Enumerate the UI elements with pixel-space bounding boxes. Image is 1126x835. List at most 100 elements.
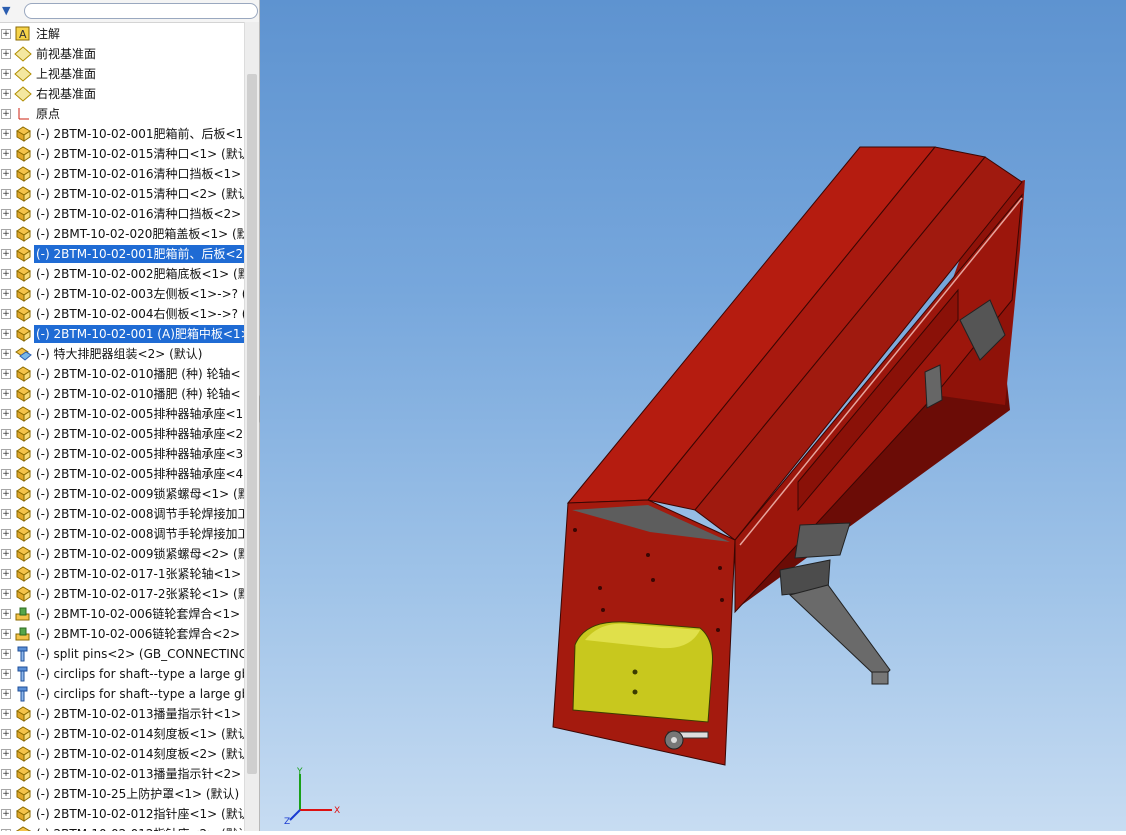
part-icon [14, 366, 32, 382]
filter-icon[interactable]: ▼ [2, 4, 20, 18]
expand-toggle-icon[interactable]: + [1, 249, 11, 259]
tree-item[interactable]: + (-) 2BTM-10-02-013播量指示针<1> ( [0, 704, 250, 724]
expand-toggle-icon[interactable]: + [1, 89, 11, 99]
tree-item[interactable]: + (-) 2BTM-10-02-002肥箱底板<1> (默 [0, 264, 250, 284]
tree-item[interactable]: + (-) 2BTM-10-02-013播量指示针<2> ( [0, 764, 250, 784]
expand-toggle-icon[interactable]: + [1, 669, 11, 679]
tree-item[interactable]: + (-) 2BTM-10-02-016清种口挡板<1> ( [0, 164, 250, 184]
tree-item[interactable]: + (-) 2BTM-10-02-005排种器轴承座<4> [0, 464, 253, 484]
part-icon [14, 506, 32, 522]
tree-item[interactable]: + (-) 2BTM-10-02-014刻度板<1> (默认 [0, 724, 250, 744]
weldment-icon [14, 606, 32, 622]
tree-item-label: (-) 2BTM-10-02-004右侧板<1>->? (默 [36, 307, 259, 321]
tree-item-label: (-) 2BTM-10-02-001 (A)肥箱中板<1> [34, 325, 253, 343]
tree-item[interactable]: + (-) 2BTM-10-02-003左侧板<1>->? (默 [0, 284, 259, 304]
expand-toggle-icon[interactable]: + [1, 489, 11, 499]
expand-toggle-icon[interactable]: + [1, 189, 11, 199]
expand-toggle-icon[interactable]: + [1, 169, 11, 179]
tree-item-label: (-) 2BTM-10-02-005排种器轴承座<4> [36, 467, 254, 481]
part-icon [14, 746, 32, 762]
tree-item[interactable]: + (-) circlips for shaft--type a large gb [0, 664, 249, 684]
tree-item[interactable]: + 原点 [0, 104, 244, 124]
tree-item[interactable]: + (-) 2BTM-10-02-017-1张紧轮轴<1> ( [0, 564, 250, 584]
tree-item[interactable]: + (-) 2BTM-10-02-005排种器轴承座<1> [0, 404, 253, 424]
tree-item[interactable]: + (-) 2BTM-10-02-008调节手轮焊接加工 [0, 504, 250, 524]
tree-item[interactable]: + (-) 2BTM-10-02-008调节手轮焊接加工 [0, 524, 250, 544]
scrollbar-thumb[interactable] [247, 74, 257, 774]
tree-item[interactable]: + 右视基准面 [0, 84, 244, 104]
tree-item[interactable]: +(-) 2BTM-10-02-012指针座<2> (默认 [0, 824, 250, 831]
expand-toggle-icon[interactable]: + [1, 329, 11, 339]
expand-toggle-icon[interactable]: + [1, 729, 11, 739]
expand-toggle-icon[interactable]: + [1, 229, 11, 239]
tree-item[interactable]: + (-) 特大排肥器组装<2> (默认) [0, 344, 244, 364]
expand-toggle-icon[interactable]: + [1, 289, 11, 299]
expand-toggle-icon[interactable]: + [1, 789, 11, 799]
tree-item[interactable]: + (-) 2BTM-10-02-009锁紧螺母<1> (默 [0, 484, 250, 504]
expand-toggle-icon[interactable]: + [1, 269, 11, 279]
expand-toggle-icon[interactable]: + [1, 749, 11, 759]
expand-toggle-icon[interactable]: + [1, 569, 11, 579]
expand-toggle-icon[interactable]: + [1, 349, 11, 359]
expand-toggle-icon[interactable]: + [1, 409, 11, 419]
expand-toggle-icon[interactable]: + [1, 449, 11, 459]
tree-item[interactable]: + (-) 2BTM-10-25上防护罩<1> (默认) [0, 784, 244, 804]
tree-item[interactable]: + (-) 2BMT-10-02-006链轮套焊合<1> ( [0, 604, 249, 624]
expand-toggle-icon[interactable]: + [1, 69, 11, 79]
expand-toggle-icon[interactable]: + [1, 369, 11, 379]
graphics-viewport[interactable]: Y X Z [260, 0, 1126, 831]
tree-item[interactable]: + (-) 2BTM-10-02-005排种器轴承座<2> [0, 424, 253, 444]
triad-x-label: X [334, 806, 340, 816]
expand-toggle-icon[interactable]: + [1, 109, 11, 119]
expand-toggle-icon[interactable]: + [1, 609, 11, 619]
expand-toggle-icon[interactable]: + [1, 469, 11, 479]
expand-toggle-icon[interactable]: + [1, 529, 11, 539]
expand-toggle-icon[interactable]: + [1, 429, 11, 439]
tree-item[interactable]: + 前视基准面 [0, 44, 244, 64]
expand-toggle-icon[interactable]: + [1, 149, 11, 159]
tree-item[interactable]: + A 注解 [0, 24, 244, 44]
expand-toggle-icon[interactable]: + [1, 809, 11, 819]
expand-toggle-icon[interactable]: + [1, 549, 11, 559]
tree-item[interactable]: + (-) 2BTM-10-02-016清种口挡板<2> ( [0, 204, 250, 224]
expand-toggle-icon[interactable]: + [1, 589, 11, 599]
tree-item[interactable]: + (-) 2BTM-10-02-010播肥 (种) 轮轴< [0, 364, 244, 384]
part-icon [14, 786, 32, 802]
tree-item[interactable]: + (-) split pins<2> (GB_CONNECTING_ [0, 644, 254, 664]
tree-item-label: 前视基准面 [36, 47, 97, 61]
part-icon [14, 206, 32, 222]
expand-toggle-icon[interactable]: + [1, 509, 11, 519]
tree-item[interactable]: + (-) 2BTM-10-02-001肥箱前、后板<1> [0, 124, 253, 144]
expand-toggle-icon[interactable]: + [1, 709, 11, 719]
expand-toggle-icon[interactable]: + [1, 29, 11, 39]
tree-item[interactable]: + (-) 2BMT-10-02-020肥箱盖板<1> (默认 [0, 224, 259, 244]
expand-toggle-icon[interactable]: + [1, 309, 11, 319]
expand-toggle-icon[interactable]: + [1, 49, 11, 59]
tree-item[interactable]: + (-) 2BTM-10-02-010播肥 (种) 轮轴< [0, 384, 244, 404]
expand-toggle-icon[interactable]: + [1, 209, 11, 219]
tree-item[interactable]: + 上视基准面 [0, 64, 244, 84]
part-icon [14, 186, 32, 202]
tree-item-label: (-) 2BTM-10-02-008调节手轮焊接加工 [36, 527, 250, 541]
expand-toggle-icon[interactable]: + [1, 689, 11, 699]
tree-item[interactable]: + (-) 2BTM-10-02-012指针座<1> (默认 [0, 804, 250, 824]
expand-toggle-icon[interactable]: + [1, 389, 11, 399]
tree-item[interactable]: + (-) 2BTM-10-02-001 (A)肥箱中板<1> [0, 324, 253, 344]
tree-scrollbar[interactable] [244, 22, 259, 831]
tree-item[interactable]: + (-) 2BTM-10-02-009锁紧螺母<2> (默 [0, 544, 250, 564]
origin-icon [14, 106, 32, 122]
expand-toggle-icon[interactable]: + [1, 629, 11, 639]
tree-item[interactable]: + (-) 2BTM-10-02-005排种器轴承座<3> [0, 444, 253, 464]
tree-item[interactable]: + (-) 2BTM-10-02-001肥箱前、后板<2> [0, 244, 256, 264]
tree-item[interactable]: + (-) 2BTM-10-02-015清种口<1> (默认 [0, 144, 250, 164]
tree-item[interactable]: + (-) 2BTM-10-02-015清种口<2> (默认 [0, 184, 250, 204]
expand-toggle-icon[interactable]: + [1, 129, 11, 139]
expand-toggle-icon[interactable]: + [1, 649, 11, 659]
expand-toggle-icon[interactable]: + [1, 769, 11, 779]
tree-item[interactable]: + (-) 2BTM-10-02-017-2张紧轮<1> (默 [0, 584, 250, 604]
tree-item[interactable]: + (-) circlips for shaft--type a large gb [0, 684, 249, 704]
tree-item[interactable]: + (-) 2BMT-10-02-006链轮套焊合<2> ( [0, 624, 249, 644]
tree-search-input[interactable] [24, 3, 258, 19]
tree-item[interactable]: + (-) 2BTM-10-02-004右侧板<1>->? (默 [0, 304, 259, 324]
tree-item[interactable]: + (-) 2BTM-10-02-014刻度板<2> (默认 [0, 744, 250, 764]
